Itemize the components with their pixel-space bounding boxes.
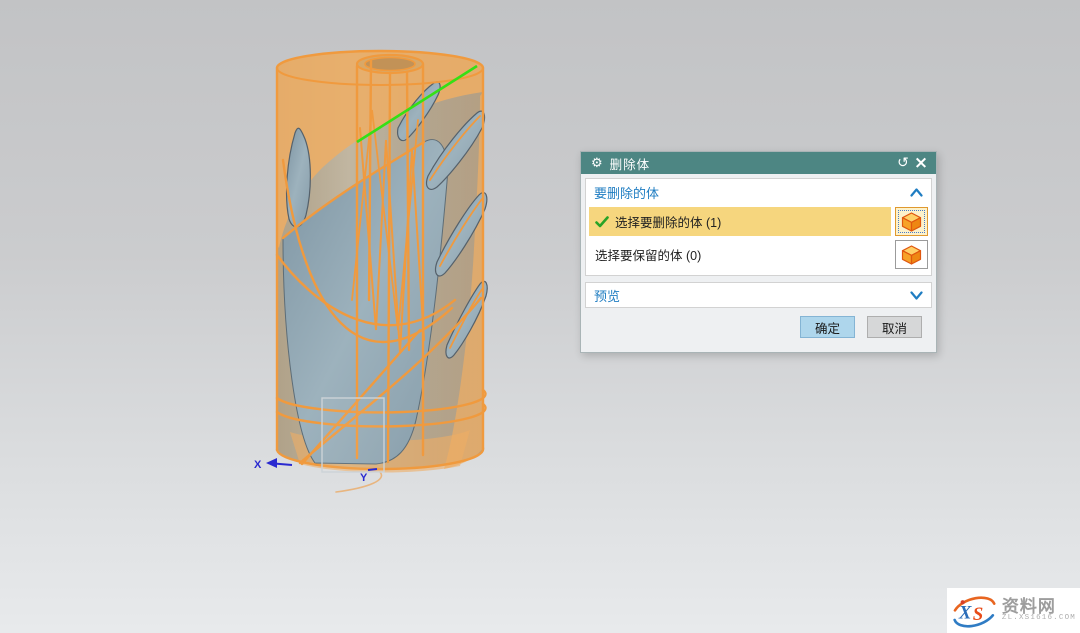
group-preview: 预览	[585, 282, 932, 308]
model-inner-tube	[357, 55, 423, 73]
model-delete-body[interactable]	[277, 51, 487, 492]
chevron-down-icon[interactable]	[910, 291, 923, 300]
group-bodies-to-delete: 要删除的体 选择要删除的体 (1)	[585, 178, 932, 276]
section-header-bodies-to-delete[interactable]: 要删除的体	[586, 179, 931, 205]
select-body-button-active[interactable]	[895, 207, 928, 236]
dialog-footer: 确定 取消	[585, 308, 932, 354]
watermark-site-url: ZL.XS1616.COM	[1002, 615, 1076, 623]
xs-logo-icon: X S	[949, 590, 1000, 632]
section-header-preview[interactable]: 预览	[586, 283, 931, 307]
watermark-site-name: 资料网	[1002, 598, 1076, 616]
delete-body-dialog: ⚙ 删除体 ↺ × 要删除的体 选择要删除的体 (	[580, 151, 937, 353]
row-select-bodies-to-delete[interactable]: 选择要删除的体 (1)	[586, 205, 931, 238]
cube-icon	[901, 245, 922, 265]
select-body-button[interactable]	[895, 240, 928, 269]
axis-x-label: X	[254, 459, 262, 471]
dialog-titlebar[interactable]: ⚙ 删除体 ↺ ×	[581, 152, 936, 174]
section-label: 预览	[594, 286, 910, 305]
datum-plane-outline	[322, 398, 384, 472]
axis-x-arrowhead	[266, 458, 277, 468]
ok-button[interactable]: 确定	[800, 316, 855, 338]
dialog-title: 删除体	[610, 154, 651, 173]
axis-y-arrow-line	[368, 469, 377, 470]
check-icon	[595, 216, 609, 228]
svg-text:X: X	[958, 602, 972, 623]
row-label: 选择要保留的体 (0)	[595, 245, 701, 264]
cancel-button[interactable]: 取消	[867, 316, 922, 338]
close-icon[interactable]: ×	[912, 155, 930, 172]
chevron-up-icon[interactable]	[910, 188, 923, 197]
row-select-bodies-to-keep[interactable]: 选择要保留的体 (0)	[586, 238, 931, 271]
section-label: 要删除的体	[594, 183, 910, 202]
reset-icon[interactable]: ↺	[894, 156, 912, 170]
row-label: 选择要删除的体 (1)	[615, 212, 721, 231]
cube-icon	[901, 212, 922, 232]
watermark-logo: X S 资料网 ZL.XS1616.COM	[947, 588, 1080, 633]
gear-icon: ⚙	[591, 157, 603, 170]
axis-y-label: Y	[360, 472, 368, 484]
svg-text:S: S	[973, 604, 984, 625]
